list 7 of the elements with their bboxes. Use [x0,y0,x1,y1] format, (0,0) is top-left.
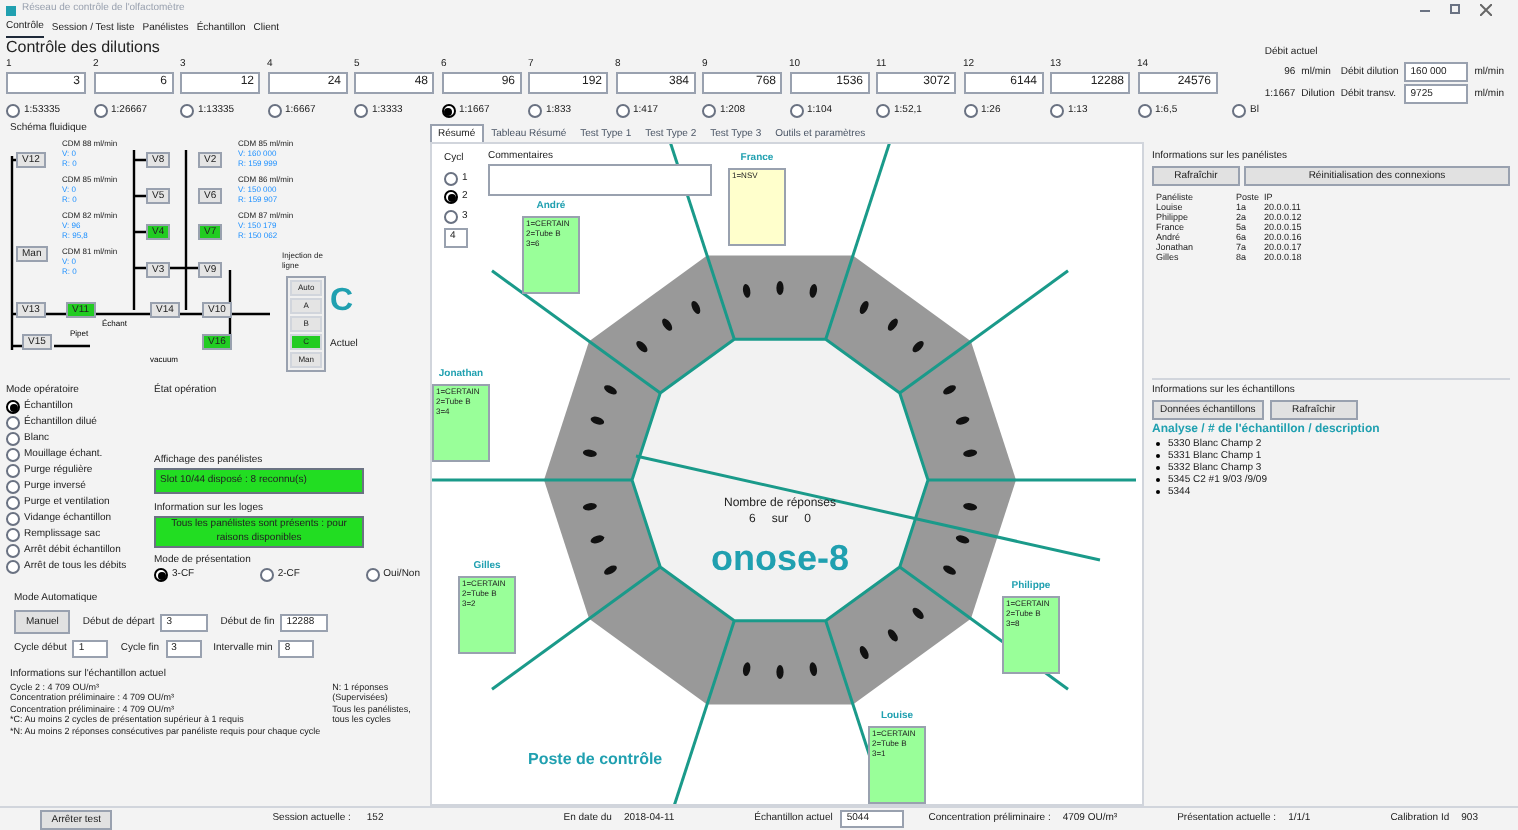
maximize-icon[interactable] [1450,4,1460,14]
comments-field[interactable] [488,164,712,196]
control-post-label: Poste de contrôle [528,748,663,772]
close-icon[interactable] [1480,4,1492,16]
logo: onose-8 [710,536,849,580]
app-icon [6,5,16,15]
section-title: Contrôle des dilutions [6,38,162,58]
